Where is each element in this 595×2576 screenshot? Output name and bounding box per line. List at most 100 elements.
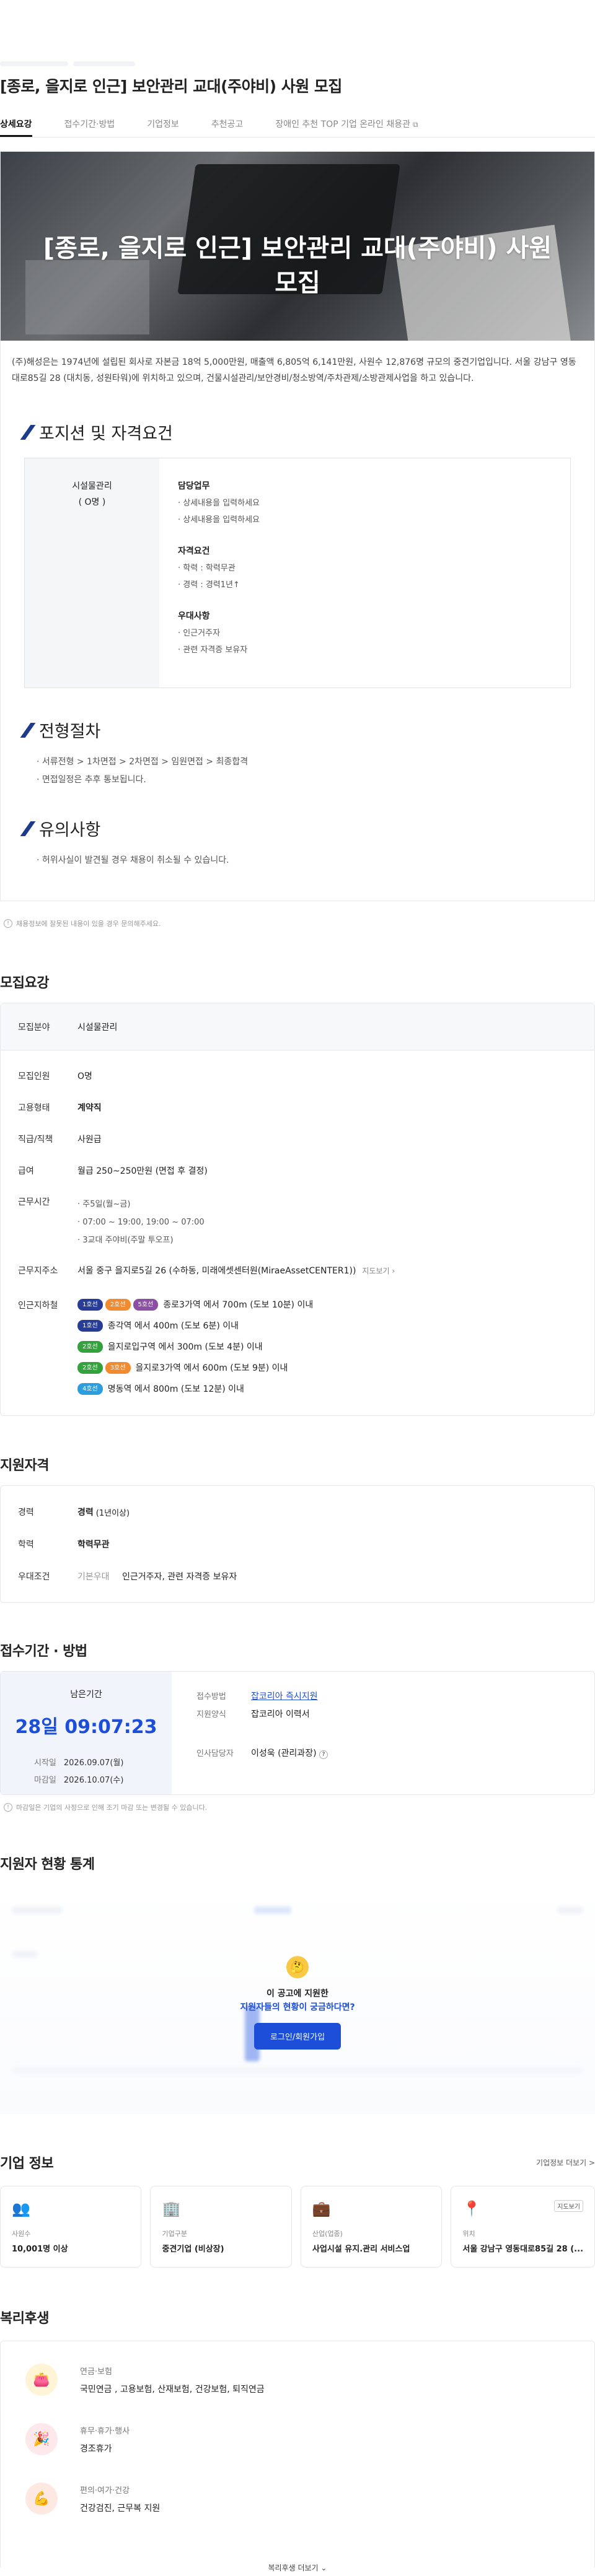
subway-line-badge: 2호선	[105, 1298, 131, 1311]
login-signup-button[interactable]: 로그인/회원가입	[253, 2023, 342, 2050]
role-name: 시설물관리	[72, 481, 112, 491]
tab-company-info[interactable]: 기업정보	[147, 110, 179, 137]
section-slash-icon	[20, 821, 36, 836]
benefit-category: 연금·보험	[80, 2367, 112, 2377]
subway-line-badge: 1호선	[77, 1319, 103, 1332]
benefits-more-button[interactable]: 복리후생 더보기 ⌄	[1, 2544, 594, 2573]
stats-line-2: 지원자들의 현황이 궁금하다면?	[240, 2002, 355, 2012]
duty-item: · 상세내용을 입력하세요	[178, 499, 260, 508]
company-card-label: 산업(업종)	[312, 2230, 343, 2238]
loading-skeleton	[0, 57, 140, 66]
tab-disability-hiring[interactable]: 장애인 추천 TOP 기업 온라인 채용관 ⧉	[275, 110, 418, 137]
quals-title: 지원자격	[0, 1458, 49, 1474]
subway-line-badge: 4호선	[77, 1382, 103, 1395]
subway-line-badge: 3호선	[105, 1361, 131, 1374]
tab-recommended[interactable]: 추천공고	[211, 110, 244, 137]
end-date: 마감일 2026.10.07(수)	[34, 1776, 124, 1785]
subway-item: 2호선 을지로입구역 에서 300m (도보 4분) 이내	[77, 1336, 313, 1357]
remain-label: 남은기간	[70, 1690, 102, 1700]
deadline-panel: 남은기간 28일 09:07:23 시작일 2026.09.07(월) 마감일 20…	[1, 1672, 172, 1794]
hero-title: [종로, 을지로 인근] 보안관리 교대(주야비) 사원 모집	[43, 234, 552, 297]
people-icon: 👥	[12, 2200, 30, 2217]
detail-tabs: 상세요강 접수기간·방법 기업정보 추천공고 장애인 추천 TOP 기업 온라인…	[0, 110, 595, 138]
pref-item: · 관련 자격증 보유자	[178, 645, 248, 655]
benefit-item: 🎉 휴무·휴가·행사 경조휴가	[1, 2409, 594, 2469]
process-heading: 전형절차	[20, 718, 594, 742]
benefit-detail: 경조휴가	[80, 2443, 112, 2454]
subway-distance: 을지로입구역 에서 300m (도보 4분) 이내	[107, 1342, 263, 1352]
tab-disability-hiring-label: 장애인 추천 TOP 기업 온라인 채용관	[275, 120, 411, 129]
quick-apply-link[interactable]: 잡코리아 즉시지원	[251, 1692, 318, 1701]
summary-subway-row: 인근지하철 1호선 2호선 5호선 종로3가역 에서 700m (도보 10분) 이내…	[1, 1285, 594, 1415]
summary-address-row: 근무지주소 서울 중구 을지로5길 26 (수하동, 미래에셋센터원(Mirae…	[18, 1265, 395, 1276]
subway-distance: 종각역 에서 400m (도보 6분) 이내	[107, 1321, 239, 1331]
stats-line-1: 이 공고에 지원한	[267, 1989, 328, 1999]
job-posting-page: [종로, 을지로 인근] 보안관리 교대(주야비) 사원 모집 상세요강 접수기…	[0, 0, 595, 2576]
company-info-card: 👥 사원수 10,001명 이상	[0, 2186, 142, 2268]
subway-line-badge: 5호선	[133, 1298, 159, 1311]
report-notice[interactable]: ! 채용정보에 잘못된 내용이 있을 경우 문의해주세요.	[0, 901, 595, 928]
duty-item: · 상세내용을 입력하세요	[178, 515, 260, 525]
company-title: 기업 정보	[0, 2156, 54, 2172]
position-details: 담당업무 · 상세내용을 입력하세요 · 상세내용을 입력하세요 자격요건 · …	[159, 458, 278, 688]
section-slash-icon	[20, 424, 36, 440]
subway-line-badge: 2호선	[77, 1340, 103, 1353]
subway-distance: 명동역 에서 800m (도보 12분) 이내	[107, 1384, 244, 1394]
party-icon: 🎉	[25, 2423, 58, 2455]
heart-icon: 💪	[25, 2482, 58, 2515]
deadline-notice: ! 마감일은 기업의 사정으로 인해 조기 마감 또는 변경될 수 있습니다.	[0, 1795, 595, 1812]
apply-title: 접수기간 · 방법	[0, 1644, 87, 1659]
company-card-value: 서울 강남구 영동대로85길 28 (...	[462, 2245, 584, 2254]
external-link-icon: ⧉	[413, 120, 418, 129]
req-heading: 자격요건	[178, 546, 210, 556]
duty-heading: 담당업무	[178, 481, 210, 491]
subway-line-badge: 2호선	[77, 1361, 103, 1374]
process-note: · 면접일정은 추후 통보됩니다.	[37, 775, 146, 785]
company-card-label: 기업구분	[162, 2230, 187, 2238]
hours-item: · 3교대 주야비(주말 투오프)	[77, 1236, 174, 1245]
subway-item: 1호선 종각역 에서 400m (도보 6분) 이내	[77, 1315, 313, 1336]
tab-detail[interactable]: 상세요강	[0, 110, 32, 137]
benefit-detail: 건강검진, 근무복 지원	[80, 2503, 161, 2513]
positions-heading: 포지션 및 자격요건	[20, 420, 594, 444]
subway-item: 1호선 2호선 5호선 종로3가역 에서 700m (도보 10분) 이내	[77, 1294, 313, 1315]
tab-apply-period[interactable]: 접수기간·방법	[64, 110, 115, 137]
help-icon[interactable]: ?	[319, 1750, 328, 1759]
subway-line-badge: 1호선	[77, 1298, 103, 1311]
company-more-link[interactable]: 기업정보 더보기 >	[536, 2157, 595, 2168]
stats-title: 지원자 현황 통계	[0, 1857, 95, 1872]
caution-line: · 허위사실이 발견될 경우 채용이 취소될 수 있습니다.	[37, 855, 229, 865]
wallet-icon: 👛	[25, 2364, 58, 2396]
company-card-value: 10,001명 이상	[12, 2245, 68, 2254]
blurred-stat	[12, 1906, 62, 1914]
company-card-value: 중견기업 (비상장)	[162, 2245, 224, 2254]
company-card-label: 사원수	[12, 2230, 31, 2238]
benefits-title: 복리후생	[0, 2311, 49, 2326]
summary-title: 모집요강	[0, 976, 49, 991]
info-icon: !	[4, 1803, 12, 1812]
applicant-stats: 🤔 이 공고에 지원한 지원자들의 현황이 궁금하다면? 로그인/회원가입	[0, 1882, 595, 2114]
company-card-label: 위치	[462, 2230, 475, 2238]
hero-banner: [종로, 을지로 인근] 보안관리 교대(주야비) 사원 모집	[1, 152, 594, 341]
briefcase-icon: 💼	[312, 2200, 331, 2217]
summary-field-row: 모집분야 시설물관리	[1, 1003, 594, 1050]
quals-pref-row: 우대조건 기본우대 인근거주자, 관련 자격증 보유자	[18, 1572, 237, 1582]
process-step: · 서류전형 > 1차면접 > 2차면접 > 임원면접 > 최종합격	[37, 757, 249, 767]
benefit-item: 💪 편의·여가·건강 건강검진, 근무복 지원	[1, 2469, 594, 2528]
subway-item: 4호선 명동역 에서 800m (도보 12분) 이내	[77, 1378, 313, 1399]
blurred-axis	[12, 2067, 583, 2074]
summary-hours-row: 근무시간 · 주5일(월~금) · 07:00 ~ 19:00, 19:00 ~…	[1, 1183, 594, 1255]
role-count: ( O명 )	[78, 497, 106, 507]
summary-rank-row: 직급/직책 사원급	[18, 1135, 102, 1145]
countdown: 28일 09:07:23	[15, 1716, 157, 1738]
thinking-emoji-icon: 🤔	[286, 1956, 309, 1978]
company-map-button[interactable]: 지도보기	[554, 2200, 584, 2212]
map-link[interactable]: 지도보기 ›	[362, 1265, 395, 1276]
benefit-category: 편의·여가·건강	[80, 2486, 130, 2495]
company-info-card: 💼 산업(업종) 사업시설 유지.관리 서비스업	[300, 2186, 443, 2268]
positions-table: 시설물관리 ( O명 ) 담당업무 · 상세내용을 입력하세요 · 상세내용을 …	[24, 458, 571, 688]
detail-content: [종로, 을지로 인근] 보안관리 교대(주야비) 사원 모집 (주)해성은는 …	[0, 151, 595, 901]
hours-item: · 주5일(월~금)	[77, 1200, 131, 1209]
company-info-card: 📍 위치 서울 강남구 영동대로85길 28 (... 지도보기	[451, 2186, 595, 2268]
company-header: 기업 정보 기업정보 더보기 >	[0, 2152, 595, 2172]
